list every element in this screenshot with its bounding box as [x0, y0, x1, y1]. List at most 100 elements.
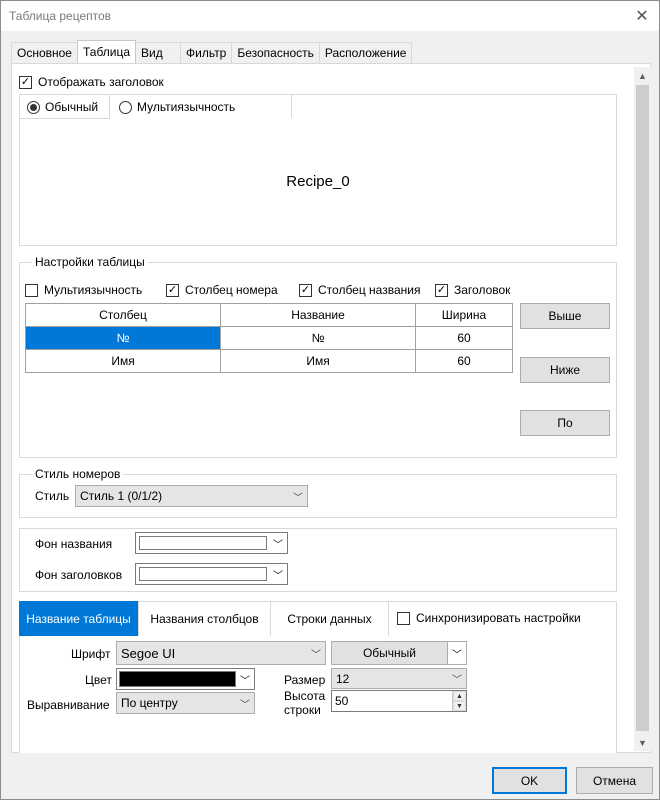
chevron-down-icon: ﹀ — [452, 675, 462, 686]
checkbox-checked-icon: ✓ — [19, 75, 32, 89]
chevron-down-icon: ﹀ — [448, 642, 466, 664]
color-swatch — [139, 536, 267, 550]
mode-divider — [291, 94, 292, 118]
chevron-down-icon: ﹀ — [273, 570, 283, 582]
cancel-button[interactable]: Отмена — [576, 767, 653, 794]
tab-filter[interactable]: Фильтр — [180, 42, 233, 63]
color-label: Цвет — [85, 673, 112, 687]
table-cell[interactable]: Имя — [25, 349, 221, 373]
row-height-stepper[interactable]: 50 ▲ ▼ — [331, 690, 467, 712]
show-header-checkbox[interactable]: ✓ Отображать заголовок — [19, 75, 164, 89]
scroll-down-icon[interactable]: ▼ — [634, 734, 651, 751]
checkbox-empty-icon — [397, 611, 410, 625]
font-size-value: 12 — [336, 671, 350, 686]
by-button[interactable]: По — [520, 410, 610, 436]
checkbox-empty-icon — [25, 283, 38, 297]
close-button[interactable]: ✕ — [631, 5, 653, 27]
font-size-select[interactable]: 12 ﹀ — [331, 668, 467, 689]
move-down-button[interactable]: Ниже — [520, 357, 610, 383]
scroll-up-icon[interactable]: ▲ — [634, 67, 651, 84]
font-style-select[interactable]: Обычный ﹀ — [331, 641, 467, 665]
option-number-column-label: Столбец номера — [185, 283, 278, 297]
columns-table: Столбец Название Ширина № № 60 Имя Имя 6… — [25, 303, 513, 373]
table-cell[interactable]: № — [25, 326, 221, 350]
number-style-title: Стиль номеров — [32, 467, 124, 481]
font-label: Шрифт — [71, 647, 111, 661]
font-family-value: Segoe UI — [121, 645, 176, 661]
checkbox-checked-icon: ✓ — [435, 283, 448, 297]
align-value: По центру — [121, 696, 178, 710]
number-style-select[interactable]: Стиль 1 (0/1/2) ﹀ — [75, 485, 308, 507]
stepper-buttons[interactable]: ▲ ▼ — [452, 691, 466, 711]
column-header[interactable]: Название — [220, 303, 416, 327]
table-cell[interactable]: 60 — [415, 349, 513, 373]
table-header-row: Столбец Название Ширина — [25, 303, 513, 327]
font-color-picker[interactable]: ﹀ — [116, 668, 255, 690]
table-cell[interactable]: № — [220, 326, 416, 350]
move-up-button[interactable]: Выше — [520, 303, 610, 329]
color-swatch — [139, 567, 267, 581]
subtab-table-name[interactable]: Название таблицы — [19, 601, 139, 636]
stepper-down-icon[interactable]: ▼ — [453, 701, 466, 711]
mode-normal-label: Обычный — [45, 100, 99, 114]
tab-security[interactable]: Безопасность — [231, 42, 320, 63]
tab-strip: Основное Таблица Вид Фильтр Безопасность… — [11, 40, 413, 63]
mode-multilang-label: Мультиязычность — [137, 100, 236, 114]
title-bar: Таблица рецептов ✕ — [1, 1, 659, 31]
option-number-column-checkbox[interactable]: ✓ Столбец номера — [166, 283, 278, 297]
header-preview-text: Recipe_0 — [286, 173, 350, 190]
ok-button[interactable]: OK — [492, 767, 567, 794]
headers-bg-label: Фон заголовков — [35, 568, 123, 582]
chevron-down-icon: ﹀ — [293, 492, 303, 504]
option-header-label: Заголовок — [454, 283, 511, 297]
headers-bg-color-picker[interactable]: ﹀ — [135, 563, 288, 585]
tab-view[interactable]: Вид — [135, 42, 182, 63]
recipe-table-dialog: Таблица рецептов ✕ Основное Таблица Вид … — [0, 0, 660, 800]
table-cell[interactable]: Имя — [220, 349, 416, 373]
subtab-column-names[interactable]: Названия столбцов — [139, 601, 271, 636]
row-height-label-line2: строки — [284, 703, 321, 717]
number-style-value: Стиль 1 (0/1/2) — [80, 489, 163, 503]
row-height-label: Высота строки — [284, 689, 325, 717]
align-select[interactable]: По центру ﹀ — [116, 692, 255, 714]
align-label: Выравнивание — [27, 698, 110, 712]
table-row[interactable]: № № 60 — [25, 326, 513, 350]
font-style-value: Обычный — [332, 642, 448, 664]
sync-settings-label: Синхронизировать настройки — [416, 611, 581, 625]
tab-layout[interactable]: Расположение — [318, 42, 413, 63]
size-label: Размер — [284, 673, 326, 687]
sync-settings-checkbox[interactable]: Синхронизировать настройки — [397, 611, 581, 625]
option-name-column-label: Столбец названия — [318, 283, 421, 297]
title-bg-label: Фон названия — [35, 537, 113, 551]
title-bg-color-picker[interactable]: ﹀ — [135, 532, 288, 554]
mode-multilang-radio[interactable]: Мультиязычность — [119, 100, 235, 114]
style-label: Стиль — [35, 489, 70, 503]
chevron-down-icon: ﹀ — [311, 649, 321, 661]
subtab-data-rows[interactable]: Строки данных — [271, 601, 389, 636]
column-header[interactable]: Ширина — [415, 303, 513, 327]
window-title: Таблица рецептов — [9, 9, 112, 23]
radio-selected-icon — [27, 100, 40, 114]
font-family-select[interactable]: Segoe UI ﹀ — [116, 641, 326, 665]
radio-empty-icon — [119, 100, 132, 114]
table-cell[interactable]: 60 — [415, 326, 513, 350]
checkbox-checked-icon: ✓ — [299, 283, 312, 297]
table-row[interactable]: Имя Имя 60 — [25, 349, 513, 373]
chevron-down-icon: ﹀ — [240, 675, 250, 687]
mode-normal-radio[interactable]: Обычный — [27, 100, 98, 114]
option-header-checkbox[interactable]: ✓ Заголовок — [435, 283, 510, 297]
stepper-up-icon[interactable]: ▲ — [453, 691, 466, 701]
row-height-label-line1: Высота — [284, 689, 326, 703]
table-settings-title: Настройки таблицы — [32, 255, 148, 269]
column-header[interactable]: Столбец — [25, 303, 221, 327]
option-name-column-checkbox[interactable]: ✓ Столбец названия — [299, 283, 420, 297]
mode-divider — [109, 94, 110, 118]
option-multilang-checkbox[interactable]: Мультиязычность — [25, 283, 142, 297]
option-multilang-label: Мультиязычность — [44, 283, 143, 297]
row-height-value: 50 — [335, 694, 349, 708]
close-icon: ✕ — [635, 8, 649, 25]
tab-table[interactable]: Таблица — [76, 40, 137, 63]
tab-basic[interactable]: Основное — [11, 42, 78, 63]
chevron-down-icon: ﹀ — [240, 699, 250, 711]
scroll-thumb[interactable] — [636, 85, 649, 731]
